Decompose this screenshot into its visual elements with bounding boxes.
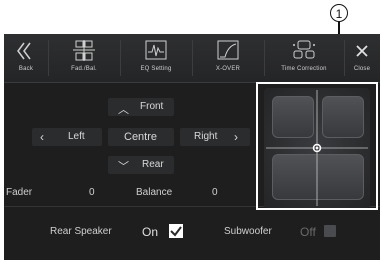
eq-setting-button[interactable]: EQ Setting — [120, 34, 192, 82]
rear-label: Rear — [142, 159, 164, 170]
chevron-down-icon: ﹀ — [118, 161, 129, 173]
back-icon — [13, 40, 39, 62]
right-button[interactable]: Right › — [180, 128, 250, 146]
rear-speaker-label: Rear Speaker — [50, 226, 112, 237]
rear-speaker-state: On — [142, 225, 159, 239]
fader-value: 0 — [89, 187, 95, 198]
fad-bal-icon — [71, 40, 97, 62]
fader-label: Fader — [6, 187, 33, 198]
time-correction-icon — [291, 40, 317, 62]
fad-bal-button[interactable]: Fad./Bal. — [48, 34, 120, 82]
subwoofer-label: Subwoofer — [224, 226, 272, 237]
checkmark-icon — [168, 223, 184, 244]
eq-setting-label: EQ Setting — [140, 66, 172, 72]
checkbox-empty-icon — [324, 225, 336, 237]
subwoofer-toggle[interactable]: Off — [298, 222, 340, 242]
crossover-icon — [215, 40, 241, 62]
chevron-right-icon: › — [234, 130, 238, 144]
left-label: Left — [68, 131, 85, 142]
centre-label: Centre — [124, 131, 158, 143]
rear-button[interactable]: ﹀ Rear — [108, 156, 174, 174]
eq-icon — [143, 40, 169, 62]
toolbar: Back Fad./Bal. EQ Setting X-OVER Time Co… — [4, 34, 380, 83]
back-label: Back — [18, 66, 34, 72]
close-icon — [349, 40, 375, 62]
x-over-button[interactable]: X-OVER — [192, 34, 264, 82]
fad-bal-label: Fad./Bal. — [71, 66, 97, 72]
balance-label: Balance — [136, 187, 173, 198]
front-label: Front — [140, 101, 164, 112]
x-over-label: X-OVER — [215, 66, 241, 72]
callout-number: 1 — [330, 4, 348, 22]
right-label: Right — [194, 131, 218, 142]
time-correction-label: Time Correction — [281, 66, 327, 72]
highlight-frame — [256, 82, 378, 210]
balance-value: 0 — [212, 187, 218, 198]
chevron-up-icon: ︿ — [118, 104, 129, 116]
front-button[interactable]: ︿ Front — [108, 98, 174, 116]
back-button[interactable]: Back — [4, 34, 48, 82]
time-correction-button[interactable]: Time Correction — [264, 34, 344, 82]
left-button[interactable]: ‹ Left — [32, 128, 102, 146]
close-button[interactable]: Close — [344, 34, 380, 82]
chevron-left-icon: ‹ — [40, 130, 44, 144]
centre-button[interactable]: Centre — [108, 128, 174, 146]
screen: Back Fad./Bal. EQ Setting X-OVER Time Co… — [4, 34, 380, 260]
close-label: Close — [353, 66, 371, 72]
rear-speaker-toggle[interactable]: On — [140, 222, 186, 242]
subwoofer-state: Off — [300, 225, 316, 239]
